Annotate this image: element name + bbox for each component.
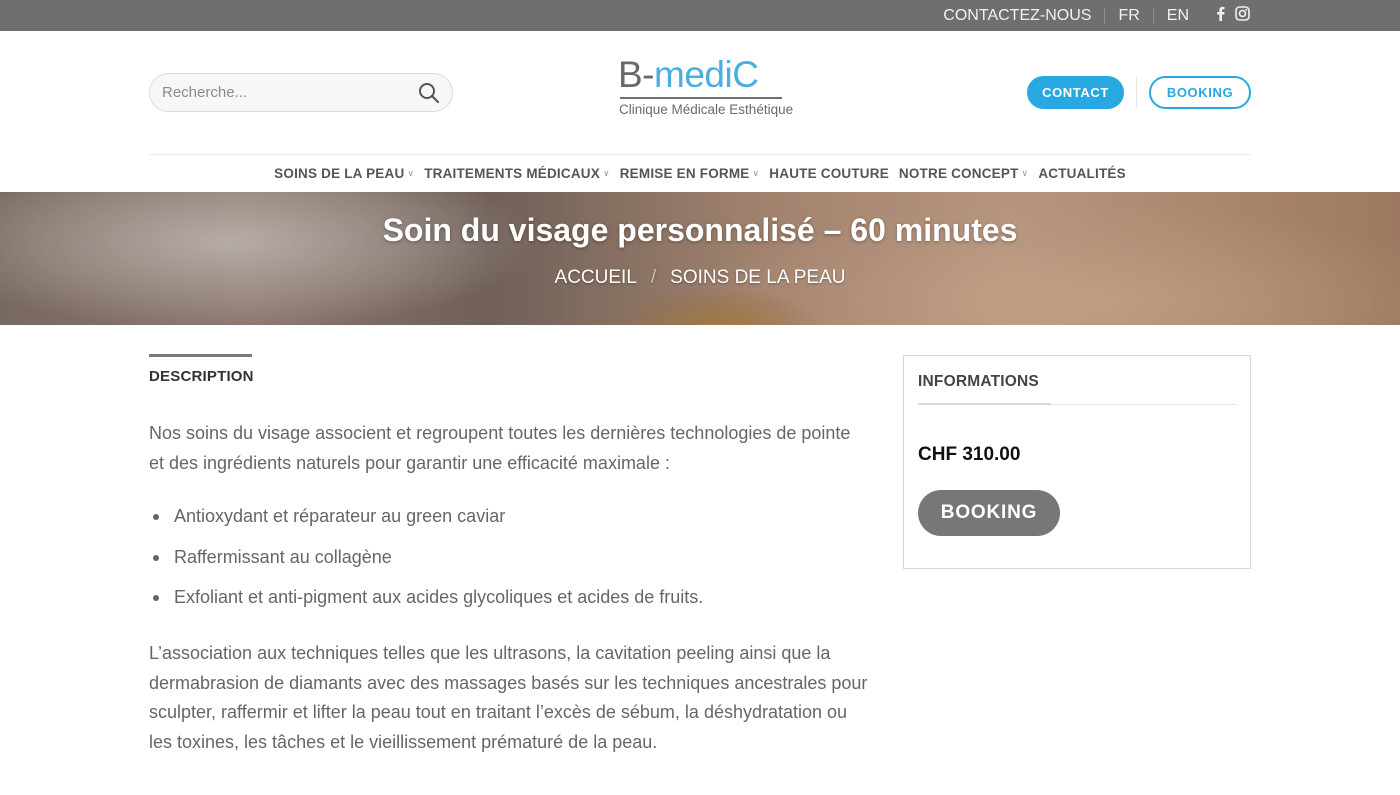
logo-text-b: B-: [618, 54, 655, 95]
nav-item-remise-en-forme[interactable]: REMISE EN FORME ∨: [620, 166, 760, 181]
list-item: Raffermissant au collagène: [149, 543, 869, 572]
nav-item-label: TRAITEMENTS MÉDICAUX: [424, 166, 600, 181]
contact-us-link[interactable]: CONTACTEZ-NOUS: [930, 7, 1104, 25]
divider: [918, 403, 1051, 405]
breadcrumb-category-link[interactable]: SOINS DE LA PEAU: [670, 267, 845, 288]
widget-title: INFORMATIONS: [918, 373, 1039, 390]
breadcrumb-divider: /: [650, 267, 657, 288]
logo-text-medic: mediC: [654, 54, 759, 95]
main-nav: SOINS DE LA PEAU ∨ TRAITEMENTS MÉDICAUX ∨ …: [0, 155, 1400, 192]
nav-item-haute-couture[interactable]: HAUTE COUTURE: [769, 166, 889, 181]
site-logo[interactable]: B-mediC Clinique Médicale Esthétique: [618, 54, 793, 122]
language-fr-link[interactable]: FR: [1105, 7, 1152, 25]
chevron-down-icon: ∨: [752, 168, 760, 178]
social-links: [1202, 5, 1250, 26]
logo-tagline: Clinique Médicale Esthétique: [619, 102, 794, 117]
nav-item-label: SOINS DE LA PEAU: [274, 166, 405, 181]
list-item: Antioxydant et réparateur au green cavia…: [149, 502, 869, 531]
list-item: Exfoliant et anti-pigment aux acides gly…: [149, 583, 869, 612]
top-bar: CONTACTEZ-NOUS FR EN: [0, 0, 1400, 31]
facebook-icon[interactable]: [1216, 6, 1225, 26]
page-title: Soin du visage personnalisé – 60 minutes: [382, 212, 1018, 248]
search-box: [149, 73, 453, 112]
nav-item-soins-de-la-peau[interactable]: SOINS DE LA PEAU ∨: [274, 166, 414, 181]
tab-description[interactable]: DESCRIPTION: [149, 368, 254, 385]
nav-item-traitements-medicaux[interactable]: TRAITEMENTS MÉDICAUX ∨: [424, 166, 610, 181]
nav-item-label: REMISE EN FORME: [619, 166, 750, 181]
logo-rule: [620, 97, 782, 99]
contact-button[interactable]: CONTACT: [1027, 76, 1124, 109]
breadcrumb: ACCUEIL / SOINS DE LA PEAU: [0, 267, 1400, 289]
nav-item-label: ACTUALITÉS: [1038, 166, 1126, 181]
chevron-down-icon: ∨: [407, 168, 415, 178]
header-divider: [1136, 77, 1137, 108]
nav-item-actualites[interactable]: ACTUALITÉS: [1038, 166, 1126, 181]
description-intro: Nos soins du visage associent et regroup…: [149, 423, 851, 473]
nav-item-label: HAUTE COUTURE: [769, 166, 889, 181]
benefits-list: Antioxydant et réparateur au green cavia…: [149, 502, 869, 624]
nav-item-notre-concept[interactable]: NOTRE CONCEPT ∨: [899, 166, 1028, 181]
top-bar-links: CONTACTEZ-NOUS FR EN: [930, 0, 1250, 31]
chevron-down-icon: ∨: [1021, 168, 1029, 178]
breadcrumb-home-link[interactable]: ACCUEIL: [555, 267, 637, 288]
description-outro: L’association aux techniques telles que …: [149, 643, 868, 752]
nav-item-label: NOTRE CONCEPT: [898, 166, 1019, 181]
header-booking-button[interactable]: BOOKING: [1149, 76, 1251, 109]
search-icon[interactable]: [418, 82, 440, 109]
language-en-link[interactable]: EN: [1154, 7, 1202, 25]
price: CHF 310.00: [918, 444, 1021, 465]
active-tab-indicator: [149, 354, 252, 357]
search-input[interactable]: [162, 74, 412, 111]
chevron-down-icon: ∨: [602, 168, 610, 178]
information-widget: INFORMATIONS CHF 310.00 BOOKING: [903, 355, 1251, 569]
booking-button[interactable]: BOOKING: [918, 490, 1060, 536]
instagram-icon[interactable]: [1235, 5, 1250, 26]
hero-banner: Soin du visage personnalisé – 60 minutes…: [0, 192, 1400, 325]
